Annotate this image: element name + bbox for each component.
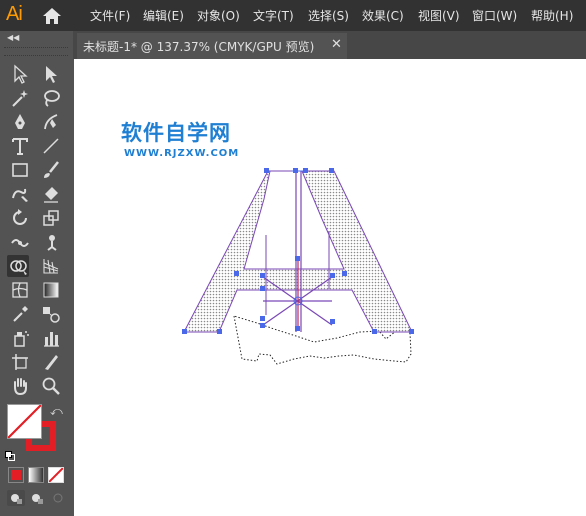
collapse-panel-icon[interactable]: ◀◀ (7, 33, 19, 42)
direct-selection-tool-icon[interactable] (40, 63, 62, 85)
gradient-tool-icon[interactable] (40, 279, 62, 301)
document-tab[interactable]: 未标题-1* @ 137.37% (CMYK/GPU 预览) ✕ (77, 33, 347, 59)
draw-normal-button[interactable] (7, 490, 25, 506)
symbol-sprayer-tool-icon[interactable] (9, 327, 31, 349)
menu-help[interactable]: 帮助(H) (531, 7, 573, 24)
hand-tool-icon[interactable] (9, 375, 31, 397)
app-logo: Ai (6, 3, 23, 25)
menu-effect[interactable]: 效果(C) (362, 7, 404, 24)
default-fill-stroke-icon[interactable] (5, 446, 15, 461)
lasso-tool-icon[interactable] (40, 87, 62, 109)
magic-wand-tool-icon[interactable] (9, 87, 31, 109)
shape-builder-tool-icon[interactable] (7, 255, 29, 277)
panel-grip[interactable] (4, 47, 68, 56)
menu-file[interactable]: 文件(F) (90, 7, 130, 24)
gradient-mode-button[interactable] (28, 467, 44, 483)
artboard-tool-icon[interactable] (9, 351, 31, 373)
blend-tool-icon[interactable] (40, 303, 62, 325)
menu-view[interactable]: 视图(V) (418, 7, 460, 24)
fill-swatch[interactable] (7, 404, 42, 439)
perspective-grid-tool-icon[interactable] (40, 255, 62, 277)
puppet-warp-tool-icon[interactable] (40, 231, 62, 253)
menu-edit[interactable]: 编辑(E) (143, 7, 184, 24)
draw-inside-button[interactable] (49, 490, 67, 506)
column-graph-tool-icon[interactable] (40, 327, 62, 349)
rotate-tool-icon[interactable] (9, 207, 31, 229)
shaper-tool-icon[interactable] (9, 183, 31, 205)
zoom-tool-icon[interactable] (40, 375, 62, 397)
color-mode-button[interactable] (8, 467, 24, 483)
draw-behind-button[interactable] (28, 490, 46, 506)
rectangle-tool-icon[interactable] (9, 159, 31, 181)
curvature-tool-icon[interactable] (40, 111, 62, 133)
home-icon[interactable] (41, 6, 63, 26)
menu-select[interactable]: 选择(S) (308, 7, 349, 24)
paintbrush-tool-icon[interactable] (40, 159, 62, 181)
line-tool-icon[interactable] (40, 135, 62, 157)
pen-tool-icon[interactable] (9, 111, 31, 133)
selection-tool-icon[interactable] (9, 63, 31, 85)
eraser-tool-icon[interactable] (40, 183, 62, 205)
document-tab-title: 未标题-1* @ 137.37% (CMYK/GPU 预览) (83, 40, 315, 54)
menu-bar: Ai 文件(F) 编辑(E) 对象(O) 文字(T) 选择(S) 效果(C) 视… (0, 0, 586, 31)
letter-a-artwork[interactable] (74, 59, 586, 516)
scale-tool-icon[interactable] (40, 207, 62, 229)
none-mode-button[interactable] (48, 467, 64, 483)
menu-object[interactable]: 对象(O) (197, 7, 240, 24)
close-tab-icon[interactable]: ✕ (331, 37, 342, 52)
menu-window[interactable]: 窗口(W) (472, 7, 517, 24)
mesh-tool-icon[interactable] (9, 279, 31, 301)
type-tool-icon[interactable] (9, 135, 31, 157)
slice-tool-icon[interactable] (40, 351, 62, 373)
menu-type[interactable]: 文字(T) (253, 7, 294, 24)
width-tool-icon[interactable] (9, 231, 31, 253)
artboard-canvas[interactable]: 软件自学网 WWW.RJZXW.COM (74, 59, 586, 516)
eyedropper-tool-icon[interactable] (9, 303, 31, 325)
swap-fill-stroke-icon[interactable]: ⤺ (50, 404, 63, 419)
